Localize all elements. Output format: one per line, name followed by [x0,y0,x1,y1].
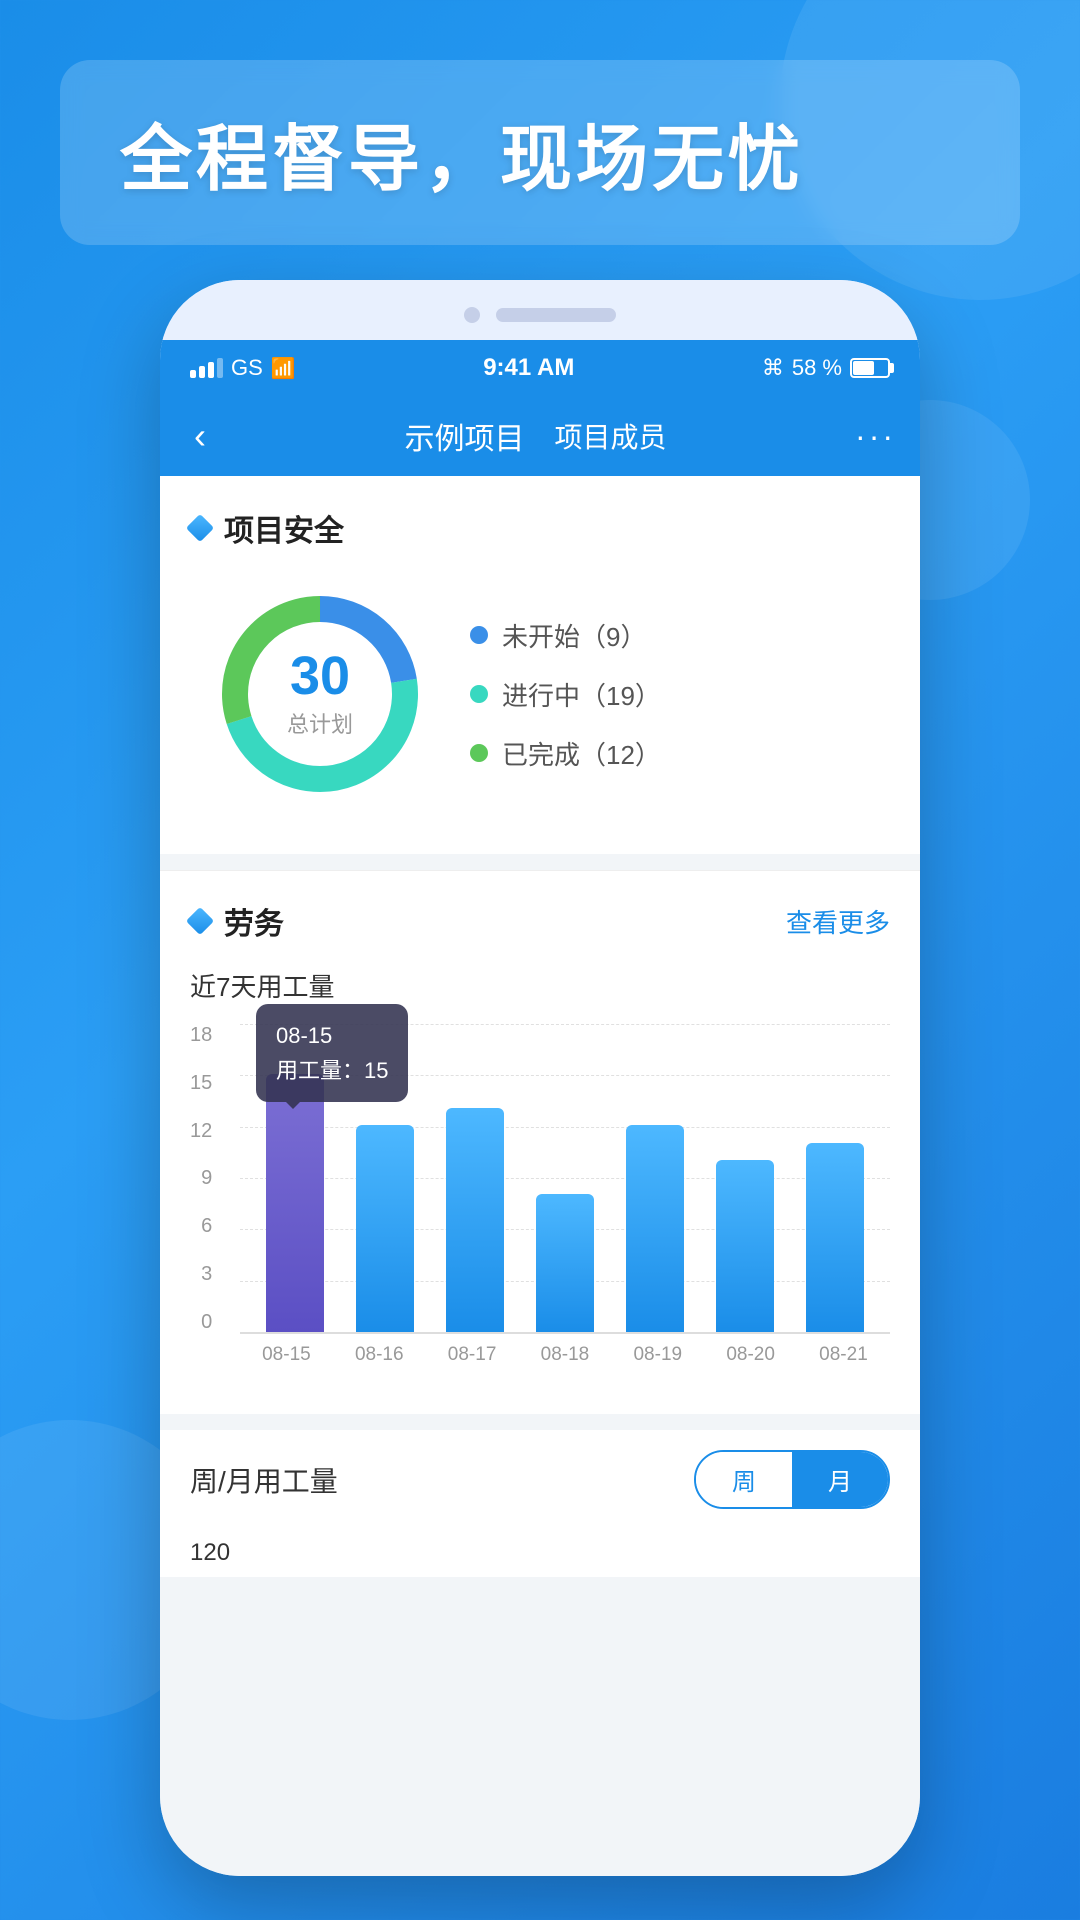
x-label-0: 08-15 [262,1344,311,1366]
x-label-4: 08-19 [633,1344,682,1366]
nav-bar: ‹ 示例项目 项目成员 ··· [160,396,920,476]
safety-section-header: 项目安全 [190,506,890,550]
bluetooth-icon: ⌘ [762,355,784,381]
safety-diamond-icon [186,514,214,542]
bottom-value: 120 [190,1539,230,1566]
speaker-bar [496,308,616,322]
wifi-icon: 📶 [271,356,296,381]
more-button[interactable]: ··· [855,418,896,455]
x-label-5: 08-20 [726,1344,775,1366]
bar-tooltip: 08-15 用工量：15 [256,1004,408,1102]
week-toggle[interactable]: 周 [696,1452,792,1507]
banner-text: 全程督导，现场无忧 [120,100,960,205]
camera-dot [464,307,480,323]
bar-item-1 [356,1125,414,1332]
signal-icon [190,358,223,378]
labor-title: 劳务 [224,899,284,943]
total-count: 30 [287,649,353,703]
x-axis: 08-15 08-16 08-17 08-18 08-19 08-20 08-2… [240,1334,890,1366]
labor-section-header: 劳务 查看更多 [190,899,890,943]
legend-dot-cyan [470,685,488,703]
project-safety-card: 项目安全 [160,476,920,854]
tooltip-value: 用工量：15 [276,1053,388,1088]
legend-label-0: 未开始（9） [502,617,646,654]
bar-item-6 [806,1143,864,1332]
toggle-group[interactable]: 周 月 [694,1450,890,1509]
week-month-label: 周/月用工量 [190,1460,338,1500]
bar-item-3 [536,1194,594,1332]
donut-section: 30 总计划 未开始（9） 进行中（19） [190,574,890,824]
labor-diamond-icon [186,907,214,935]
legend-dot-blue [470,626,488,644]
tooltip-date: 08-15 [276,1018,388,1053]
nav-subtitle[interactable]: 项目成员 [555,416,667,456]
total-label: 总计划 [287,707,353,739]
bar-2 [446,1108,504,1332]
legend-list: 未开始（9） 进行中（19） 已完成（12） [470,617,661,772]
chart-subtitle: 近7天用工量 [190,967,890,1004]
view-more-button[interactable]: 查看更多 [786,903,890,940]
bar-3 [536,1194,594,1332]
y-axis: 18 15 12 9 6 3 0 [190,1024,222,1334]
chart-area: 08-15 用工量：15 [240,1024,890,1334]
nav-title-area: 示例项目 项目成员 [236,414,835,458]
main-content: 项目安全 [160,476,920,1876]
legend-dot-green [470,744,488,762]
bar-4 [626,1125,684,1332]
safety-title: 项目安全 [224,506,344,550]
status-right: ⌘ 58 % [762,355,890,381]
x-label-1: 08-16 [355,1344,404,1366]
carrier-label: GS [231,355,263,381]
top-banner: 全程督导，现场无忧 [60,60,1020,245]
x-label-6: 08-21 [819,1344,868,1366]
legend-not-started: 未开始（9） [470,617,661,654]
bar-5 [716,1160,774,1332]
week-month-row: 周/月用工量 周 月 [160,1430,920,1529]
status-bar: GS 📶 9:41 AM ⌘ 58 % [160,340,920,396]
phone-top-bar [160,280,920,340]
time-display: 9:41 AM [483,354,574,382]
month-toggle[interactable]: 月 [792,1452,888,1507]
x-label-2: 08-17 [448,1344,497,1366]
battery-icon [850,358,890,378]
x-label-3: 08-18 [541,1344,590,1366]
back-button[interactable]: ‹ [184,405,216,467]
legend-label-1: 进行中（19） [502,676,661,713]
phone-mockup: GS 📶 9:41 AM ⌘ 58 % ‹ 示例项目 项目成员 ··· [160,280,920,1876]
legend-in-progress: 进行中（19） [470,676,661,713]
legend-label-2: 已完成（12） [502,735,661,772]
nav-title: 示例项目 [405,414,525,458]
bar-6 [806,1143,864,1332]
legend-completed: 已完成（12） [470,735,661,772]
bar-item-5 [716,1160,774,1332]
donut-chart: 30 总计划 [210,584,430,804]
bar-1 [356,1125,414,1332]
battery-percent: 58 % [792,355,842,381]
bar-item-4 [626,1125,684,1332]
bottom-value-row: 120 [160,1529,920,1577]
status-left: GS 📶 [190,355,296,381]
bar-chart: 18 15 12 9 6 3 0 [190,1024,890,1384]
labor-card: 劳务 查看更多 近7天用工量 18 15 12 9 6 3 0 [160,871,920,1414]
bar-item-2 [446,1108,504,1332]
donut-center: 30 总计划 [287,649,353,739]
